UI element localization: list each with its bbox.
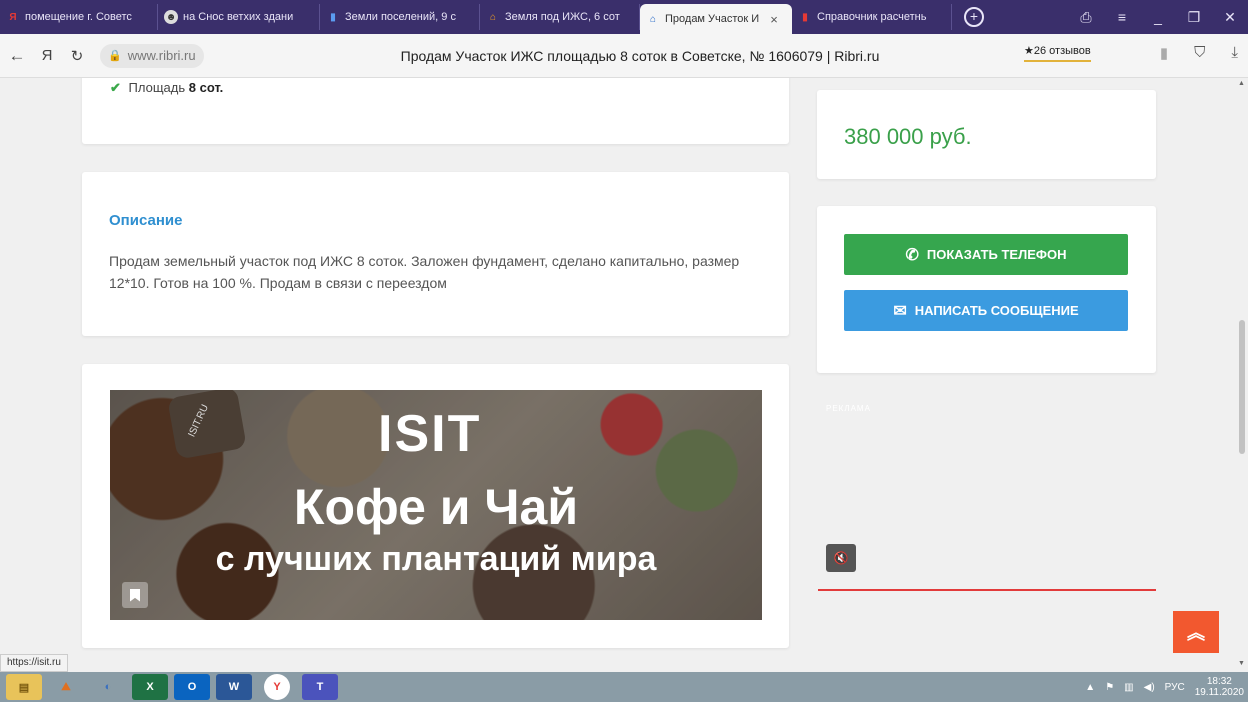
yandex-browser-icon[interactable]: Y	[264, 674, 290, 700]
tab-label: на Снос ветхих здани	[183, 11, 294, 23]
page-scrollbar[interactable]: ▲ ▼	[1236, 78, 1248, 672]
show-phone-button[interactable]: ✆ Показать телефон	[844, 234, 1128, 275]
document-icon: ▮	[802, 11, 808, 23]
description-card: Описание Продам земельный участок под ИЖ…	[82, 172, 789, 336]
check-icon: ✔	[110, 80, 121, 95]
matlab-icon[interactable]: ⛰	[48, 674, 84, 700]
ad-headline: Кофе и Чай	[293, 479, 579, 535]
excel-icon[interactable]: X	[132, 674, 168, 700]
menu-icon[interactable]: ≡	[1104, 9, 1140, 25]
yandex-icon: Я	[9, 11, 17, 23]
area-param: ✔ Площадь 8 сот.	[110, 80, 223, 96]
tab-label: помещение г. Советс	[25, 11, 132, 23]
envelope-icon: ✉	[893, 302, 907, 320]
clock-date: 19.11.2020	[1194, 687, 1244, 698]
tab-label: Продам Участок И	[665, 13, 760, 25]
area-label: Площадь	[128, 80, 186, 95]
ad-divider	[818, 589, 1156, 591]
coffee-sack-image: ISIT.RU	[167, 390, 247, 460]
paint-icon[interactable]: ◐	[90, 674, 126, 700]
tab-label: Земли поселений, 9 с	[345, 11, 456, 23]
site-icon: ☻	[164, 10, 178, 24]
page-content: ✔ Площадь 8 сот. Описание Продам земельн…	[0, 78, 1236, 672]
scroll-to-top-button[interactable]: ︽	[1173, 611, 1219, 653]
show-phone-label: Показать телефон	[926, 247, 1067, 262]
address-bar: ← Я ↻ 🔒 www.ribri.ru Продам Участок ИЖС …	[0, 34, 1248, 78]
file-explorer-icon[interactable]: ▤	[6, 674, 42, 700]
close-window-button[interactable]: ✕	[1212, 9, 1248, 26]
windows-taskbar: ▤ ⛰ ◐ X O W Y T ▲ ⚑ ▥ ◀) РУС 18:32 19.11…	[0, 672, 1248, 702]
tab-2[interactable]: ☻ на Снос ветхих здани	[158, 4, 320, 30]
outlook-icon[interactable]: O	[174, 674, 210, 700]
back-icon[interactable]: ←	[4, 46, 30, 66]
word-icon[interactable]: W	[216, 674, 252, 700]
protect-icon[interactable]: ⛉	[1194, 44, 1205, 62]
house-icon: ⌂	[489, 11, 497, 23]
downloads-icon[interactable]: ⎙	[1068, 9, 1104, 26]
mute-button[interactable]: 🔇	[826, 544, 856, 572]
yandex-logo-icon[interactable]: Я	[34, 47, 60, 64]
status-url: https://isit.ru	[0, 654, 68, 672]
isit-logo: ISIT	[378, 405, 482, 463]
clock[interactable]: 18:32 19.11.2020	[1195, 676, 1244, 698]
write-message-label: Написать сообщение	[914, 303, 1079, 318]
contact-card: ✆ Показать телефон ✉ Написать сообщение	[817, 206, 1156, 373]
clock-time: 18:32	[1206, 676, 1232, 687]
tab-label: Справочник расчетнь	[817, 11, 927, 23]
download-icon[interactable]: ⤓	[1231, 44, 1238, 62]
reload-icon[interactable]: ↻	[64, 47, 90, 65]
area-value: 8 сот.	[188, 80, 224, 95]
write-message-button[interactable]: ✉ Написать сообщение	[844, 290, 1128, 331]
scrollbar-thumb[interactable]	[1239, 320, 1245, 454]
tab-3[interactable]: ▮ Земли поселений, 9 с	[320, 4, 480, 30]
tray-expand-icon[interactable]: ▲	[1085, 682, 1095, 693]
tab-4[interactable]: ⌂ Земля под ИЖС, 6 сот	[480, 4, 640, 30]
flag-icon[interactable]: ⚑	[1105, 682, 1114, 693]
new-tab-button[interactable]: +	[964, 7, 984, 27]
network-icon[interactable]: ▥	[1124, 682, 1133, 693]
description-text: Продам земельный участок под ИЖС 8 соток…	[109, 253, 740, 291]
site-reviews-link[interactable]: ★26 отзывов	[1024, 44, 1091, 62]
scroll-up-arrow[interactable]: ▲	[1238, 80, 1245, 87]
tab-1[interactable]: Я помещение г. Советс	[0, 4, 158, 30]
bookmark-icon[interactable]: ▮	[1160, 44, 1168, 62]
ad-label: РЕКЛАМА	[826, 404, 871, 413]
minimize-button[interactable]: _	[1140, 9, 1176, 25]
tab-label: Земля под ИЖС, 6 сот	[505, 11, 620, 23]
description-heading: Описание	[109, 212, 183, 229]
tab-6[interactable]: ▮ Справочник расчетнь	[792, 4, 952, 30]
toolbar-right: ▮ ⛉ ⤓	[1160, 44, 1248, 62]
restore-button[interactable]: ❐	[1176, 9, 1212, 26]
tab-active[interactable]: ⌂ Продам Участок И ×	[640, 4, 792, 34]
system-tray: ▲ ⚑ ▥ ◀) РУС 18:32 19.11.2020	[1085, 672, 1244, 702]
language-indicator[interactable]: РУС	[1165, 682, 1185, 693]
url-text: www.ribri.ru	[127, 48, 196, 63]
params-card: ✔ Площадь 8 сот.	[82, 78, 789, 144]
bookmark-icon: ▮	[330, 11, 336, 23]
phone-icon: ✆	[905, 246, 919, 264]
house-icon: ⌂	[649, 13, 657, 25]
teams-icon[interactable]: T	[302, 674, 338, 700]
volume-icon[interactable]: ◀)	[1144, 682, 1155, 693]
bookmark-icon[interactable]	[122, 582, 148, 608]
url-field[interactable]: 🔒 www.ribri.ru	[100, 43, 204, 68]
scroll-down-arrow[interactable]: ▼	[1238, 660, 1245, 667]
ad-card: ISIT.RU ISIT Кофе и Чай с лучших плантац…	[82, 364, 789, 648]
price-card: 380 000 руб.	[817, 90, 1156, 179]
window-controls: ⎙ ≡ _ ❐ ✕	[1068, 0, 1248, 34]
price-value: 380 000 руб.	[844, 124, 972, 149]
browser-tab-bar: Я помещение г. Советс ☻ на Снос ветхих з…	[0, 0, 1248, 34]
ad-banner[interactable]: ISIT.RU ISIT Кофе и Чай с лучших плантац…	[110, 390, 762, 620]
close-tab-icon[interactable]: ×	[770, 12, 778, 27]
ad-subline: с лучших плантаций мира	[215, 540, 657, 578]
lock-icon: 🔒	[108, 50, 122, 62]
page-title: Продам Участок ИЖС площадью 8 соток в Со…	[400, 48, 880, 64]
